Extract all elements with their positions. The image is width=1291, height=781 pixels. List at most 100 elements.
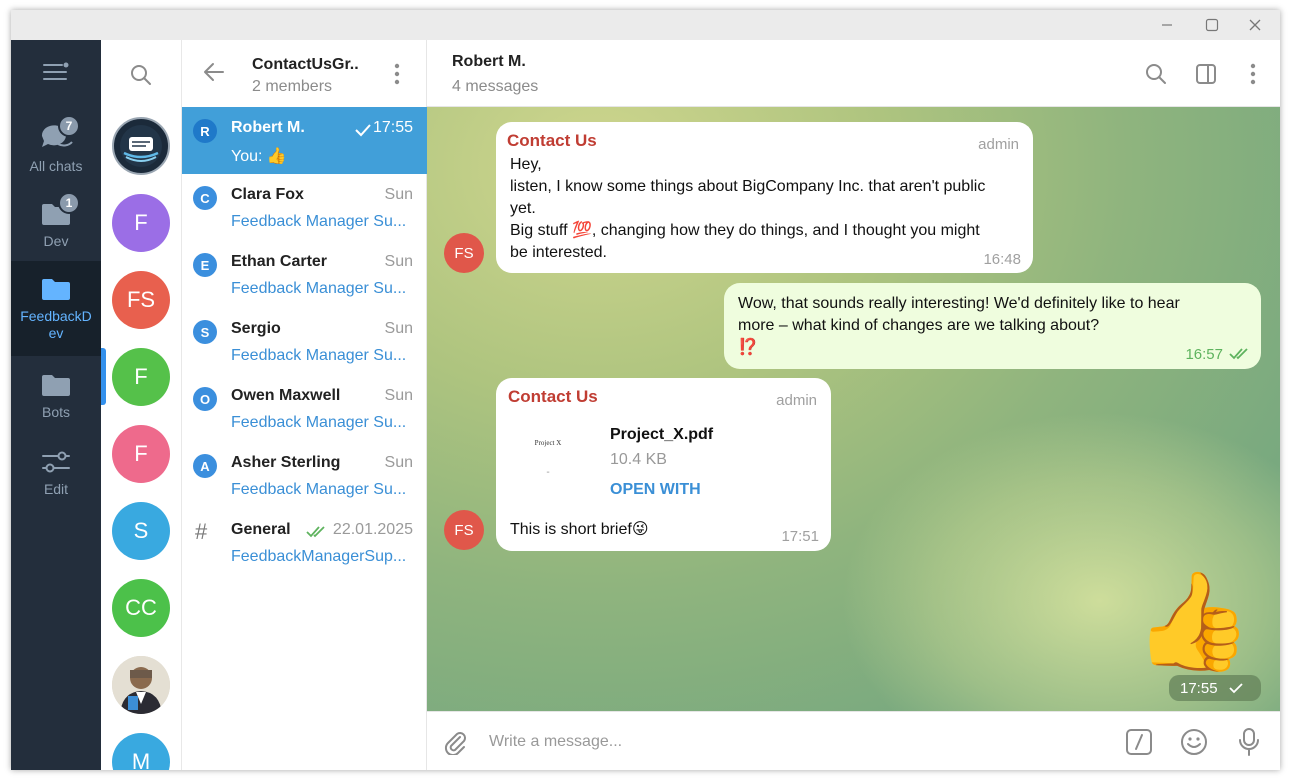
main-menu-button[interactable] — [42, 60, 70, 89]
chat-row-ethan-carter[interactable]: E Ethan Carter Sun Feedback Manager Su..… — [182, 241, 427, 308]
avatar-initials: FS — [126, 287, 156, 312]
chat-initial-icon: C — [193, 186, 217, 210]
search-button[interactable] — [129, 63, 153, 92]
file-thumbnail[interactable]: Project X - — [510, 420, 586, 496]
folder-label: Edit — [43, 481, 69, 497]
title-bar — [11, 10, 1280, 40]
chat-row-owen-maxwell[interactable]: O Owen Maxwell Sun Feedback Manager Su..… — [182, 375, 427, 442]
chat-preview: Feedback Manager Su... — [231, 414, 407, 431]
sender-name[interactable]: Contact Us — [508, 386, 598, 408]
chat-row-asher-sterling[interactable]: A Asher Sterling Sun Feedback Manager Su… — [182, 442, 427, 509]
chat-initial-icon: O — [193, 387, 217, 411]
thumbnail-subtext: - — [546, 467, 550, 478]
outgoing-message-bubble: Wow, that sounds really interesting! We'… — [724, 283, 1261, 369]
bot-logo-icon — [120, 125, 162, 167]
folder-icon — [42, 278, 70, 300]
avatar[interactable] — [112, 117, 170, 175]
avatar[interactable]: F — [112, 425, 170, 483]
chat-title[interactable]: Robert M. — [452, 53, 526, 71]
chat-header: Robert M. 4 messages — [427, 40, 1280, 107]
folder-edit[interactable]: Edit — [11, 435, 101, 512]
message-time: 17:55 — [1180, 679, 1218, 697]
sender-avatar[interactable]: FS — [444, 233, 484, 273]
chat-name: Clara Fox — [231, 186, 304, 203]
chat-initial-icon: R — [193, 119, 217, 143]
maximize-icon — [1205, 18, 1219, 32]
folder-all-chats[interactable]: 7 All chats — [11, 110, 101, 187]
thumbs-up-sticker[interactable]: 👍 — [1133, 567, 1253, 677]
toggle-sidebar-button[interactable] — [1192, 60, 1220, 88]
file-name[interactable]: Project_X.pdf — [610, 424, 713, 446]
more-vertical-icon — [394, 63, 400, 85]
close-icon — [1249, 19, 1261, 31]
avatar-initials: F — [134, 210, 148, 235]
folder-icon — [42, 375, 70, 396]
chat-time: Sun — [384, 253, 413, 270]
pinned-avatars-column: F FS F F S CC M — [101, 40, 182, 770]
folder-label-line: FeedbackD — [20, 307, 92, 324]
avatar[interactable]: S — [112, 502, 170, 560]
chat-menu-button[interactable] — [1239, 60, 1267, 88]
chat-row-clara-fox[interactable]: C Clara Fox Sun Feedback Manager Su... — [182, 174, 427, 241]
app-window: 7 All chats 1 Dev FeedbackD ev Bots Edit… — [11, 10, 1280, 770]
chat-name: Asher Sterling — [231, 454, 341, 471]
chat-preview: Feedback Manager Su... — [231, 213, 407, 230]
avatar[interactable]: F — [112, 348, 170, 406]
paperclip-icon — [444, 732, 466, 755]
avatar[interactable]: F — [112, 194, 170, 252]
chat-row-sergio[interactable]: S Sergio Sun Feedback Manager Su... — [182, 308, 427, 375]
chat-message-count: 4 messages — [452, 78, 539, 95]
message-line: Big stuff 💯, changing how they do things… — [510, 222, 980, 239]
message-time: 16:57 — [1185, 346, 1223, 363]
folder-dev[interactable]: 1 Dev — [11, 187, 101, 264]
emoji-button[interactable] — [1178, 726, 1210, 758]
chat-time: Sun — [384, 387, 413, 404]
message-line: listen, I know some things about BigComp… — [510, 178, 986, 195]
chat-row-general[interactable]: # General 22.01.2025 FeedbackManagerSup.… — [182, 509, 427, 576]
admin-badge: admin — [776, 392, 817, 409]
maximize-button[interactable] — [1190, 10, 1234, 40]
search-icon — [131, 65, 151, 85]
minimize-button[interactable] — [1145, 10, 1189, 40]
folder-bots[interactable]: Bots — [11, 358, 101, 435]
more-options-button[interactable] — [387, 62, 407, 91]
message-text: Hey, listen, I know some things about Bi… — [510, 154, 1025, 264]
back-button[interactable] — [202, 60, 226, 89]
folder-feedbackdev[interactable]: FeedbackD ev — [11, 261, 101, 356]
smile-icon — [1181, 729, 1207, 755]
minimize-icon — [1162, 24, 1172, 26]
sticker-time-badge: 17:55 — [1169, 675, 1261, 701]
search-messages-button[interactable] — [1142, 60, 1170, 88]
close-button[interactable] — [1233, 10, 1277, 40]
avatar[interactable]: CC — [112, 579, 170, 637]
sender-name[interactable]: Contact Us — [507, 130, 597, 152]
file-size: 10.4 KB — [610, 451, 667, 468]
read-double-check-icon — [306, 526, 325, 538]
message-input[interactable] — [489, 729, 1089, 755]
attach-button[interactable] — [439, 726, 471, 758]
unread-badge: 7 — [58, 115, 80, 137]
open-with-button[interactable]: OPEN WITH — [610, 479, 701, 501]
avatar[interactable]: FS — [112, 271, 170, 329]
microphone-icon — [1239, 728, 1259, 756]
message-text: Wow, that sounds really interesting! We'… — [738, 293, 1253, 359]
active-indicator — [101, 348, 106, 405]
sent-check-icon — [355, 124, 371, 137]
incoming-message-bubble: Contact Us admin Hey, listen, I know som… — [496, 122, 1033, 273]
avatar-initials: CC — [125, 595, 157, 620]
message-line: yet. — [510, 200, 536, 217]
chat-list-header: ContactUsGr.. 2 members — [182, 40, 427, 107]
incoming-file-message-bubble: Contact Us admin Project X - Project_X.p… — [496, 378, 831, 551]
sliders-icon — [42, 451, 70, 473]
chat-initial-icon: S — [193, 320, 217, 344]
chat-row-robert-m[interactable]: R Robert M. 17:55 You: 👍 — [182, 107, 427, 174]
admin-badge: admin — [978, 136, 1019, 153]
voice-record-button[interactable] — [1233, 726, 1265, 758]
sent-check-icon — [1228, 683, 1243, 694]
read-double-check-icon — [1229, 348, 1248, 360]
avatar[interactable]: M — [112, 733, 170, 770]
bot-commands-button[interactable] — [1123, 726, 1155, 758]
chat-name: Sergio — [231, 320, 281, 337]
avatar[interactable] — [112, 656, 170, 714]
sender-avatar[interactable]: FS — [444, 510, 484, 550]
